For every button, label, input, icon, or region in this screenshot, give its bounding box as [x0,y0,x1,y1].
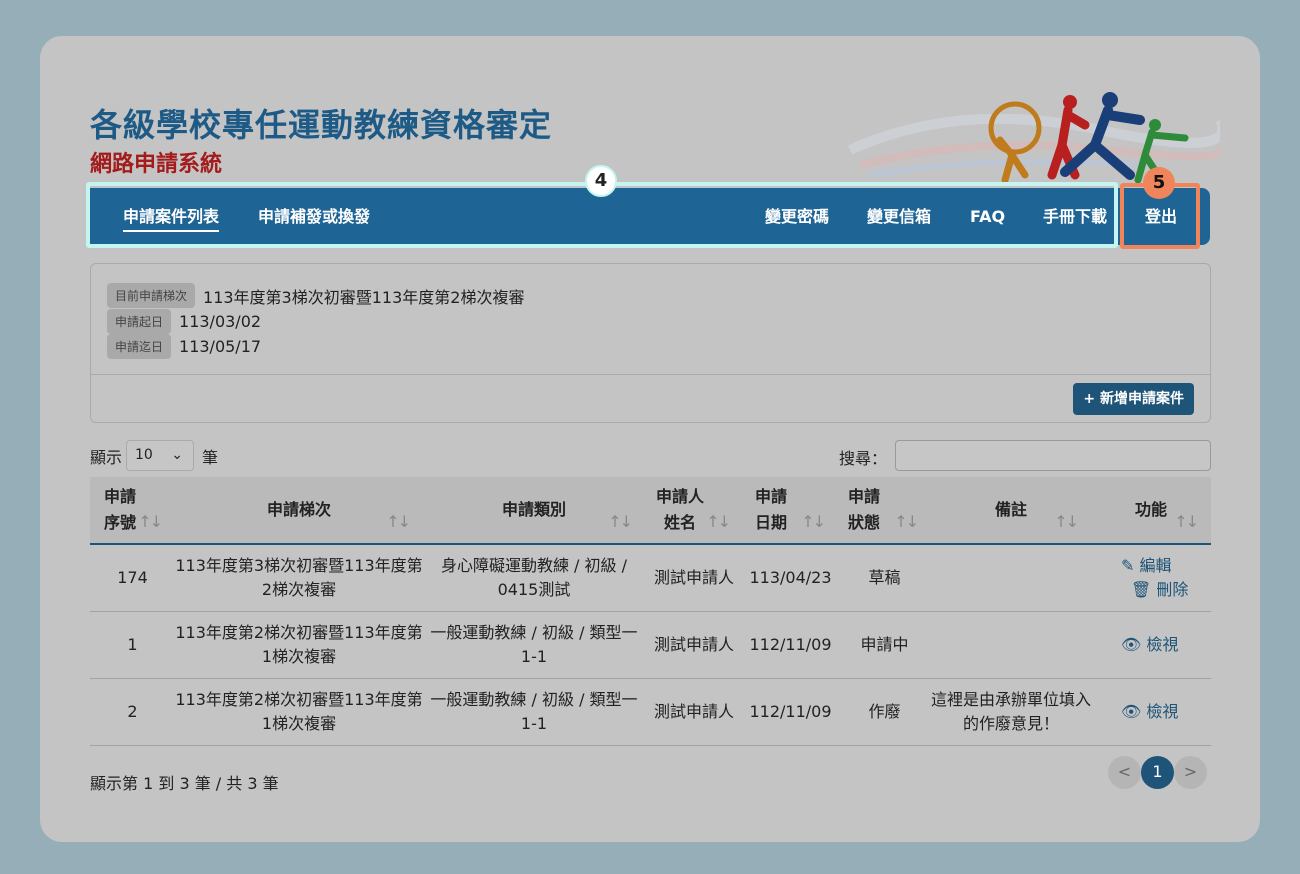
info-row-start: 申請起日 113/03/02 [107,309,261,334]
sort-icon: ↑↓ [801,512,826,531]
cell-round: 113年度第2梯次初審暨113年度第1梯次複審 [175,611,423,679]
page-size-value: 10 [135,447,153,463]
round-value: 113年度第3梯次初審暨113年度第2梯次複審 [203,287,525,307]
main-navbar: 申請案件列表 申請補發或換發 變更密碼 變更信箱 FAQ 手冊下載 登出 [90,188,1210,245]
page-length-control: 顯示 10 ⌄ 筆 [90,440,218,471]
cell-note: 這裡是由承辦單位填入的作廢意見！ [931,678,1091,746]
step-marker-4: 4 [585,165,617,197]
cell-no: 2 [90,678,175,746]
cell-date: 112/11/09 [743,678,838,746]
delete-button[interactable]: 🗑 刪除 [1131,578,1188,602]
cell-no: 1 [90,611,175,679]
table-row: 1 113年度第2梯次初審暨113年度第1梯次複審 一般運動教練 / 初級 / … [90,611,1211,679]
next-page-button[interactable]: > [1174,756,1207,789]
nav-change-password[interactable]: 變更密碼 [765,188,829,245]
cell-type: 身心障礙運動教練 / 初級 / 0415測試 [423,544,645,612]
nav-change-email[interactable]: 變更信箱 [867,188,931,245]
start-date-value: 113/03/02 [179,312,262,331]
cell-name: 測試申請人 [645,678,743,746]
cell-type: 一般運動教練 / 初級 / 類型一1-1 [423,678,645,746]
end-date-tag: 申請迄日 [107,334,172,359]
col-header-round[interactable]: 申請梯次 ↑↓ [175,477,423,545]
cell-round: 113年度第3梯次初審暨113年度第2梯次複審 [175,544,423,612]
view-button[interactable]: 👁 檢視 [1121,700,1178,724]
edit-icon: ✎ [1121,555,1135,575]
sort-icon: ↑↓ [386,512,411,531]
cell-date: 112/11/09 [743,611,838,679]
page-1-button[interactable]: 1 [1141,756,1174,789]
cell-date: 113/04/23 [743,544,838,612]
page-subtitle: 網路申請系統 [90,152,223,177]
cell-actions: 👁 檢視 [1091,611,1211,679]
pagination: < 1 > [1108,756,1207,789]
eye-icon: 👁 [1121,634,1142,654]
sort-icon: ↑↓ [706,512,731,531]
cell-note [931,544,1091,612]
table-row: 174 113年度第3梯次初審暨113年度第2梯次複審 身心障礙運動教練 / 初… [90,544,1211,612]
sort-icon: ↑↓ [1054,512,1079,531]
cell-name: 測試申請人 [645,611,743,679]
application-round-info: 目前申請梯次 113年度第3梯次初審暨113年度第2梯次複審 申請起日 113/… [90,263,1211,423]
cell-round: 113年度第2梯次初審暨113年度第1梯次複審 [175,678,423,746]
info-row-round: 目前申請梯次 113年度第3梯次初審暨113年度第2梯次複審 [107,283,524,308]
cell-status: 作廢 [838,678,931,746]
table-row: 2 113年度第2梯次初審暨113年度第1梯次複審 一般運動教練 / 初級 / … [90,678,1211,746]
search-input[interactable] [895,440,1211,471]
info-row-end: 申請迄日 113/05/17 [107,334,261,359]
cell-status: 申請中 [838,611,931,679]
round-tag: 目前申請梯次 [107,283,196,308]
eye-icon: 👁 [1121,701,1142,721]
page-size-select[interactable]: 10 ⌄ [126,440,195,471]
col-header-name[interactable]: 申請人姓名 ↑↓ [645,477,743,545]
nav-manual-download[interactable]: 手冊下載 [1043,188,1107,245]
col-header-note[interactable]: 備註 ↑↓ [931,477,1091,545]
col-header-no[interactable]: 申請序號 ↑↓ [90,477,175,545]
nav-case-list[interactable]: 申請案件列表 [123,188,220,245]
step-marker-5: 5 [1143,167,1175,199]
prev-page-button[interactable]: < [1108,756,1141,789]
edit-button[interactable]: ✎ 編輯 [1121,554,1172,578]
records-label: 筆 [202,447,219,467]
chevron-down-icon: ⌄ [171,447,184,463]
sort-icon: ↑↓ [608,512,633,531]
trash-icon: 🗑 [1131,579,1152,599]
applications-table: 申請序號 ↑↓ 申請梯次 ↑↓ 申請類別 ↑↓ 申請人姓名 ↑↓ 申請日期 ↑↓ 申請狀態… [90,477,1211,746]
nav-reissue[interactable]: 申請補發或換發 [258,188,370,245]
add-application-button[interactable]: + 新增申請案件 [1073,383,1194,415]
start-date-tag: 申請起日 [107,309,172,334]
sort-icon: ↑↓ [1174,512,1199,531]
page-title: 各級學校專任運動教練資格審定 [90,106,553,144]
sort-icon: ↑↓ [894,512,919,531]
cell-type: 一般運動教練 / 初級 / 類型一1-1 [423,611,645,679]
col-header-date[interactable]: 申請日期 ↑↓ [743,477,838,545]
cell-actions: 👁 檢視 [1091,678,1211,746]
col-header-actions[interactable]: 功能 ↑↓ [1091,477,1211,545]
sort-icon: ↑↓ [138,512,163,531]
end-date-value: 113/05/17 [179,337,262,356]
cell-name: 測試申請人 [645,544,743,612]
nav-faq[interactable]: FAQ [970,188,1005,245]
cell-actions: ✎ 編輯 🗑 刪除 [1091,544,1211,612]
view-button[interactable]: 👁 檢視 [1121,633,1178,657]
col-header-status[interactable]: 申請狀態 ↑↓ [838,477,931,545]
search-label: 搜尋： [839,449,888,468]
table-summary: 顯示第 1 到 3 筆 / 共 3 筆 [90,774,279,793]
cell-status: 草稿 [838,544,931,612]
cell-no: 174 [90,544,175,612]
divider [91,374,1210,375]
table-header-row: 申請序號 ↑↓ 申請梯次 ↑↓ 申請類別 ↑↓ 申請人姓名 ↑↓ 申請日期 ↑↓ 申請狀態… [90,477,1211,545]
show-label: 顯示 [90,447,123,467]
col-header-type[interactable]: 申請類別 ↑↓ [423,477,645,545]
cell-note [931,611,1091,679]
